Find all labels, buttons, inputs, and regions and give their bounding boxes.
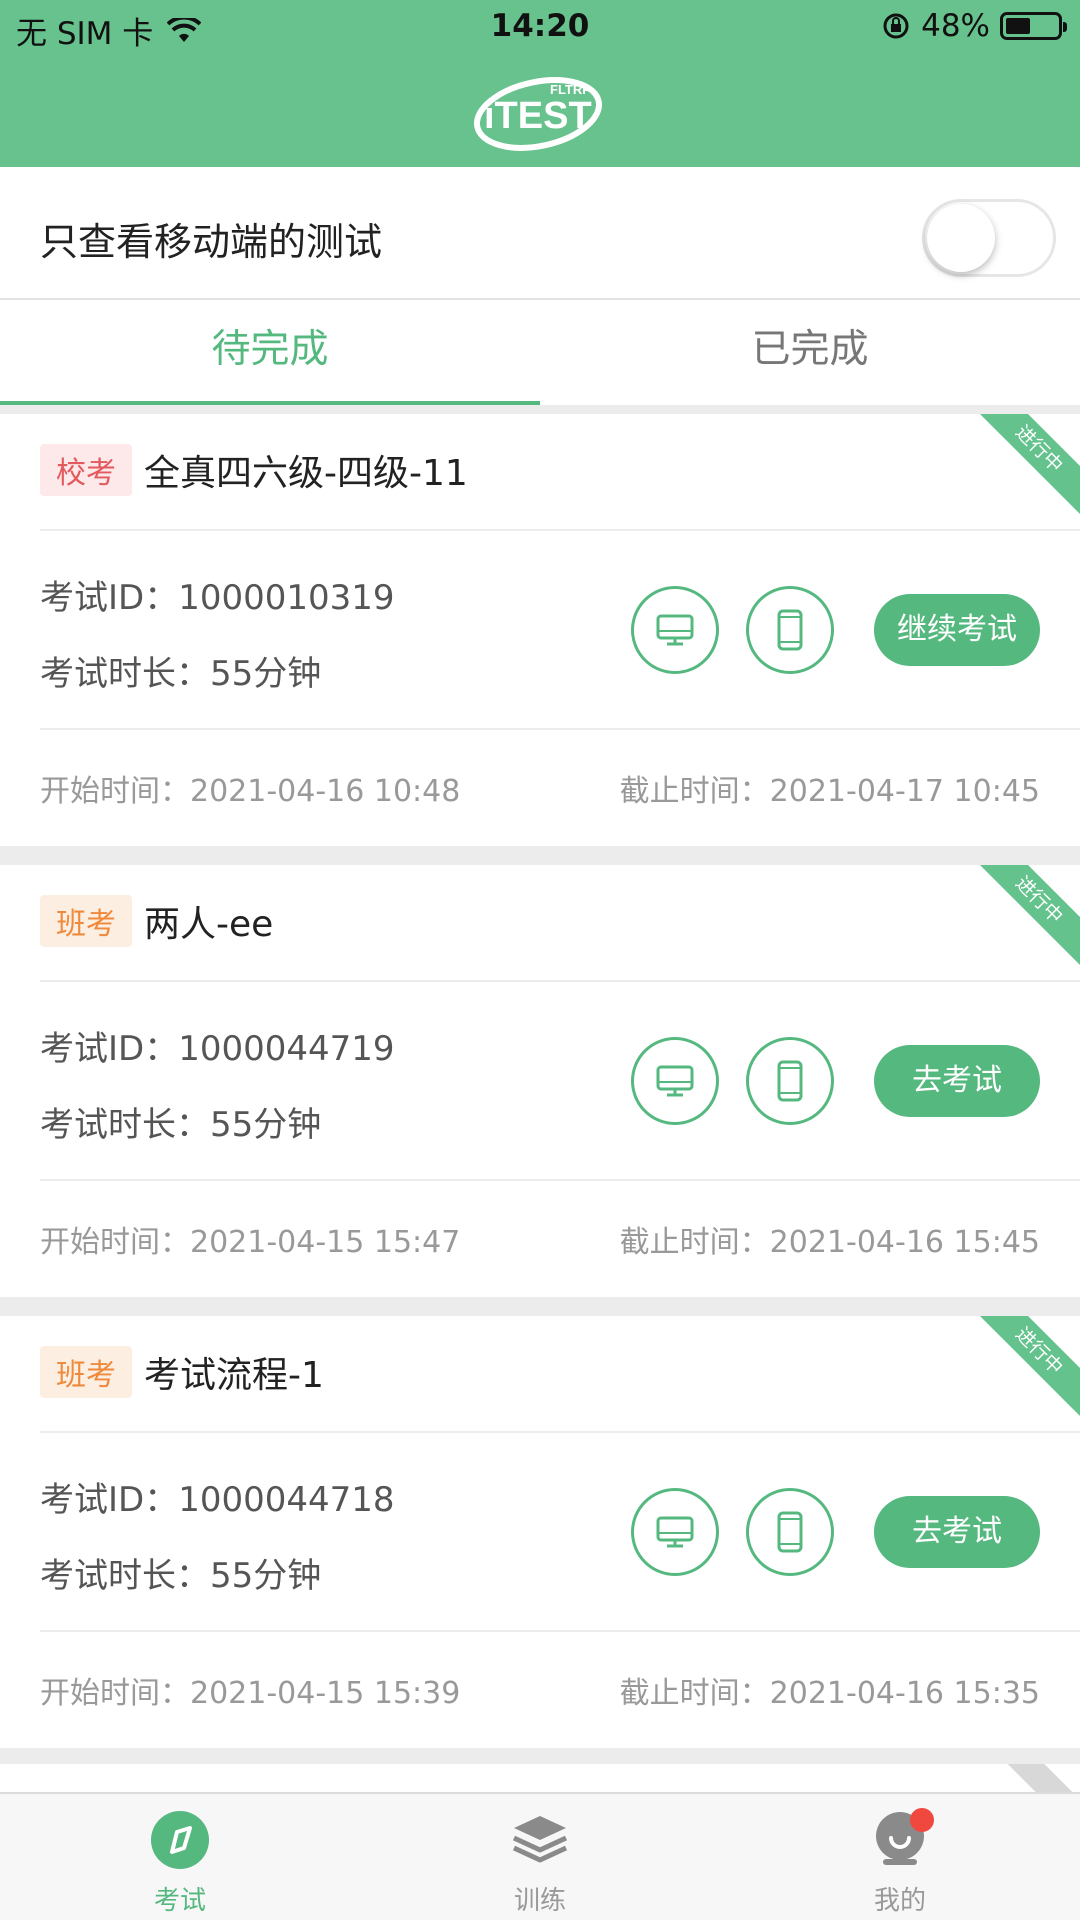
exam-title: 两人-ee: [144, 904, 274, 945]
exam-id: 考试ID：1000044718: [40, 1480, 395, 1520]
logo-sub-text: FLTRP: [550, 82, 591, 97]
exam-type-tag: 班考: [40, 1346, 132, 1398]
exam-duration: 考试时长：55分钟: [40, 654, 322, 694]
desktop-button[interactable]: [631, 1037, 719, 1125]
rotation-lock-icon: [883, 13, 909, 39]
exam-id: 考试ID：1000044719: [40, 1029, 395, 1069]
exam-title: 全真四六级-四级-11: [144, 453, 468, 494]
start-time: 开始时间：2021-04-15 15:39: [40, 1676, 461, 1711]
layers-icon: [512, 1816, 568, 1863]
status-ribbon: 进行中: [966, 414, 1080, 522]
divider: [40, 980, 1080, 982]
exam-card[interactable]: 进行中 校考 全真四六级-四级-11 考试ID：1000010319 考试时长：…: [0, 414, 1080, 846]
nav-training[interactable]: 训练: [440, 1794, 640, 1920]
divider: [40, 1179, 1080, 1181]
divider: [40, 1630, 1080, 1632]
battery-icon: [1000, 12, 1067, 40]
filter-label: 只查看移动端的测试: [40, 220, 383, 264]
exam-card[interactable]: 进行中 班考 两人-ee 考试ID：1000044719 考试时长：55分钟 去…: [0, 865, 1080, 1297]
nav-exam-label: 考试: [153, 1886, 206, 1916]
mobile-only-toggle[interactable]: [922, 199, 1056, 277]
tab-bar: 待完成 已完成: [0, 300, 1080, 405]
divider: [40, 1431, 1080, 1433]
continue-exam-button[interactable]: 继续考试: [874, 594, 1040, 666]
status-right: 48%: [881, 8, 1067, 44]
nav-training-label: 训练: [513, 1886, 566, 1916]
desktop-icon: [656, 614, 694, 646]
tab-completed[interactable]: 已完成: [540, 300, 1080, 405]
app-header: 无 SIM 卡 14:20 48% iTEST FLTRP: [0, 0, 1080, 167]
exam-id: 考试ID：1000010319: [40, 578, 395, 618]
exam-card[interactable]: 进行中 班考 考试流程-1 考试ID：1000044718 考试时长：55分钟 …: [0, 1316, 1080, 1748]
compass-icon: [151, 1811, 209, 1869]
take-exam-button[interactable]: 去考试: [874, 1496, 1040, 1568]
desktop-button[interactable]: [631, 1488, 719, 1576]
exam-title-row: 班考 考试流程-1: [40, 1346, 324, 1398]
exam-title: 考试流程-1: [144, 1355, 324, 1396]
mobile-phone-icon: [777, 1060, 803, 1102]
start-time: 开始时间：2021-04-16 10:48: [40, 774, 461, 809]
notification-dot: [910, 1808, 934, 1832]
nav-profile[interactable]: 我的: [800, 1794, 1000, 1920]
end-time: 截止时间：2021-04-16 15:45: [619, 1225, 1040, 1260]
exam-type-tag: 校考: [40, 444, 132, 496]
end-time: 截止时间：2021-04-16 15:35: [619, 1676, 1040, 1711]
desktop-icon: [656, 1065, 694, 1097]
nav-exam[interactable]: 考试: [80, 1794, 280, 1920]
start-time: 开始时间：2021-04-15 15:47: [40, 1225, 461, 1260]
desktop-button[interactable]: [631, 586, 719, 674]
exam-title-row: 校考 全真四六级-四级-11: [40, 444, 468, 496]
battery-percent: 48%: [921, 8, 990, 44]
logo-main-text: iTEST: [484, 95, 592, 137]
mobile-button[interactable]: [746, 1037, 834, 1125]
status-ribbon: 进行中: [966, 865, 1080, 973]
nav-profile-label: 我的: [873, 1886, 926, 1916]
toggle-knob: [927, 204, 995, 272]
mobile-button[interactable]: [746, 586, 834, 674]
bottom-nav: 考试 训练 我的: [0, 1792, 1080, 1920]
take-exam-button[interactable]: 去考试: [874, 1045, 1040, 1117]
exam-type-tag: 班考: [40, 895, 132, 947]
mobile-only-filter: 只查看移动端的测试: [0, 167, 1080, 300]
desktop-icon: [656, 1516, 694, 1548]
status-ribbon: 进行中: [966, 1316, 1080, 1424]
divider: [40, 728, 1080, 730]
end-time: 截止时间：2021-04-17 10:45: [619, 774, 1040, 809]
exam-title-row: 班考 两人-ee: [40, 895, 273, 947]
mobile-phone-icon: [777, 609, 803, 651]
itest-logo: iTEST FLTRP: [473, 77, 603, 151]
tab-pending[interactable]: 待完成: [0, 300, 540, 405]
status-bar: 无 SIM 卡 14:20 48%: [0, 0, 1080, 56]
exam-duration: 考试时长：55分钟: [40, 1556, 322, 1596]
mobile-phone-icon: [777, 1511, 803, 1553]
mobile-button[interactable]: [746, 1488, 834, 1576]
divider: [40, 529, 1080, 531]
exam-duration: 考试时长：55分钟: [40, 1105, 322, 1145]
battery-fill: [1006, 18, 1030, 34]
